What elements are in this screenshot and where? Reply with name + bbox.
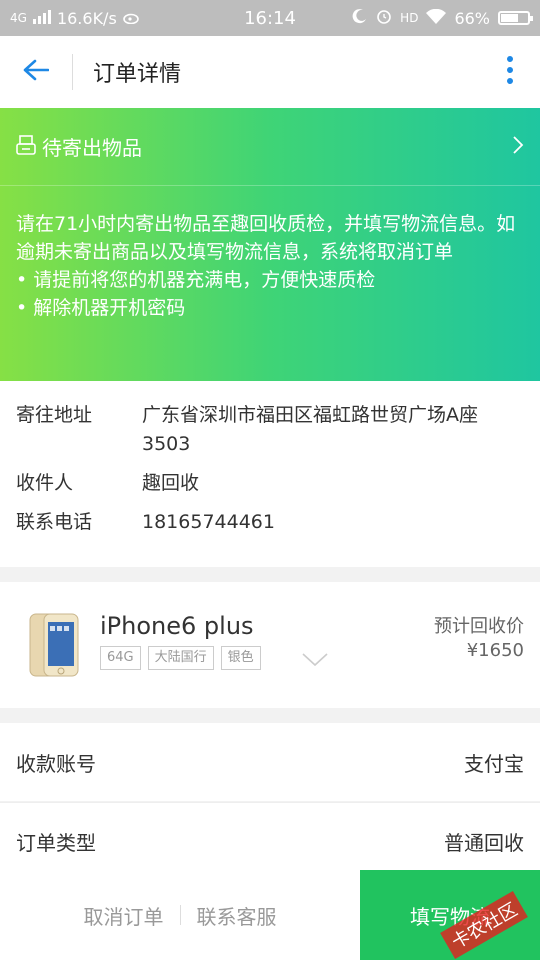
app-header: 订单详情 [0,36,540,108]
network-speed: 16.6K/s [56,8,117,28]
hd-indicator: HD [400,11,419,25]
back-button[interactable] [0,36,72,108]
package-icon [16,134,36,160]
fill-logistics-button[interactable]: 填写物流 卡农社区 [360,870,540,960]
receiver-row: 收件人 趣回收 [16,469,524,498]
status-bar: 4G 16.6K/s 16:14 HD 66% [0,0,540,36]
order-status-banner: 待寄出物品 请在71小时内寄出物品至趣回收质检，并填写物流信息。如逾期未寄出商品… [0,108,540,381]
arrow-left-icon [23,59,50,85]
phone-value: 18165744461 [142,511,275,533]
moon-icon [352,8,368,28]
product-card[interactable]: iPhone6 plus 64G 大陆国行 银色 预计回收价 ¥1650 [0,582,540,708]
order-type-value: 普通回收 [444,831,524,855]
product-tag: 64G [100,646,141,670]
product-tags: 64G 大陆国行 银色 [100,646,261,670]
tip-item: • 解除机器开机密码 [16,297,186,319]
action-separator [179,905,181,925]
receiver-value: 趣回收 [142,472,200,494]
payment-account-row[interactable]: 收款账号 支付宝 [0,723,540,801]
phone-image [28,612,80,678]
bottom-action-bar: 取消订单 联系客服 填写物流 卡农社区 [0,870,540,960]
banner-description: 请在71小时内寄出物品至趣回收质检，并填写物流信息。如逾期未寄出商品以及填写物流… [0,186,540,322]
more-vertical-icon [506,55,514,89]
expand-button[interactable] [302,652,328,671]
receiver-label: 收件人 [16,472,74,494]
wifi-icon [426,8,447,28]
signal-icon [32,9,51,28]
order-status-row[interactable]: 待寄出物品 [0,108,540,186]
alarm-icon [376,8,392,28]
order-type-row: 订单类型 普通回收 [0,802,540,880]
chevron-right-icon [512,135,524,159]
network-type: 4G [10,11,27,25]
shipping-address-card: 寄往地址 广东省深圳市福田区福虹路世贸广场A座3503 收件人 趣回收 联系电话… [0,381,540,567]
battery-percent: 66% [454,8,490,28]
order-status-title: 待寄出物品 [42,136,142,160]
estimated-price-label: 预计回收价 [434,616,524,637]
battery-icon [498,11,533,25]
weibo-icon [122,9,141,28]
header-divider [72,54,73,90]
product-name: iPhone6 plus [100,612,254,640]
tip-item: • 请提前将您的机器充满电，方便快速质检 [16,269,376,291]
payment-account-label: 收款账号 [16,751,96,776]
page-title: 订单详情 [93,62,182,87]
product-tag: 银色 [220,646,261,670]
payment-account-value: 支付宝 [464,751,524,776]
order-type-label: 订单类型 [16,831,96,855]
cancel-order-button[interactable]: 取消订单 [84,901,164,930]
phone-row: 联系电话 18165744461 [16,508,524,537]
shipping-instructions: 请在71小时内寄出物品至趣回收质检，并填写物流信息。如逾期未寄出商品以及填写物流… [16,213,516,263]
address-value: 广东省深圳市福田区福虹路世贸广场A座3503 [142,404,478,455]
contact-service-button[interactable]: 联系客服 [197,901,277,930]
chevron-down-icon [302,652,328,671]
more-button[interactable] [480,36,540,108]
product-tag: 大陆国行 [147,646,214,670]
address-row: 寄往地址 广东省深圳市福田区福虹路世贸广场A座3503 [16,401,524,459]
estimated-price: ¥1650 [466,640,524,661]
clock: 16:14 [244,7,296,29]
address-label: 寄往地址 [16,404,93,426]
phone-label: 联系电话 [16,511,93,533]
